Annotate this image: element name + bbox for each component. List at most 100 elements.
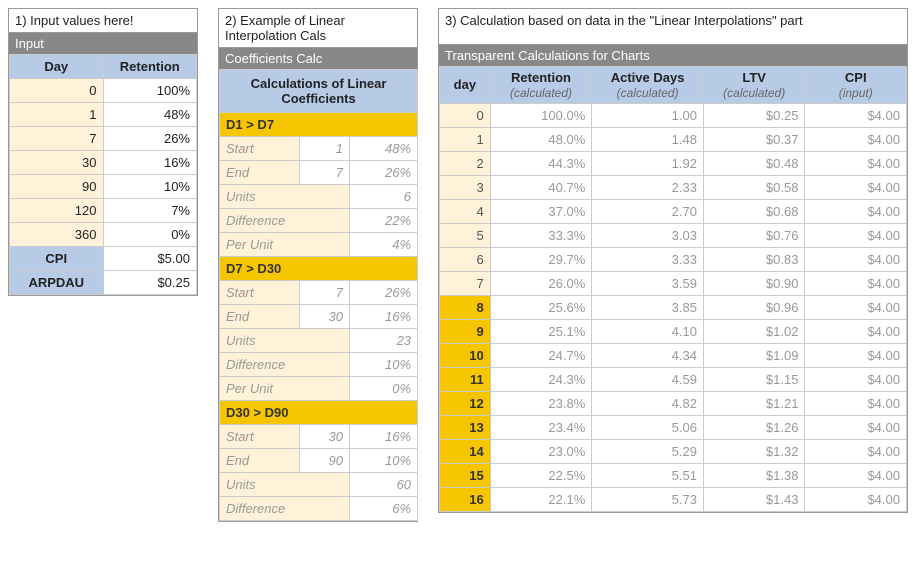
input-day-cell[interactable]: 0 xyxy=(10,79,104,103)
coef-data-row: Start148% xyxy=(220,137,418,161)
input-row: 0100% xyxy=(10,79,197,103)
calc-row: 925.1%4.10$1.02$4.00 xyxy=(440,319,907,343)
calc-cpi-cell: $4.00 xyxy=(805,223,907,247)
input-header-day: Day xyxy=(10,55,104,79)
calc-active-cell: 3.33 xyxy=(592,247,704,271)
calc-retention-cell: 24.7% xyxy=(490,343,592,367)
calc-day-cell: 13 xyxy=(440,415,491,439)
calc-row: 244.3%1.92$0.48$4.00 xyxy=(440,151,907,175)
coef-row-num: 30 xyxy=(300,305,350,329)
input-day-cell[interactable]: 30 xyxy=(10,151,104,175)
coef-row-value: 22% xyxy=(350,209,418,233)
coef-data-row: End9010% xyxy=(220,449,418,473)
arpdau-value[interactable]: $0.25 xyxy=(103,271,197,295)
panel-calc-section: Transparent Calculations for Charts xyxy=(439,45,907,66)
calc-day-cell: 9 xyxy=(440,319,491,343)
input-day-cell[interactable]: 1 xyxy=(10,103,104,127)
cpi-value[interactable]: $5.00 xyxy=(103,247,197,271)
input-retention-cell[interactable]: 16% xyxy=(103,151,197,175)
panel-coefficients: 2) Example of Linear Interpolation Cals … xyxy=(218,8,418,522)
calc-ltv-cell: $1.02 xyxy=(703,319,805,343)
arpdau-label: ARPDAU xyxy=(10,271,104,295)
calc-active-cell: 4.34 xyxy=(592,343,704,367)
calc-day-cell: 5 xyxy=(440,223,491,247)
coef-row-num: 90 xyxy=(300,449,350,473)
coef-range-row: D7 > D30 xyxy=(220,257,418,281)
coef-row-num: 1 xyxy=(300,137,350,161)
calc-day-cell: 11 xyxy=(440,367,491,391)
input-retention-cell[interactable]: 26% xyxy=(103,127,197,151)
calc-active-cell: 5.51 xyxy=(592,463,704,487)
calc-cpi-cell: $4.00 xyxy=(805,343,907,367)
coef-row-label: Start xyxy=(220,137,300,161)
calc-row: 1323.4%5.06$1.26$4.00 xyxy=(440,415,907,439)
calc-ltv-cell: $1.15 xyxy=(703,367,805,391)
coef-range-label: D30 > D90 xyxy=(220,401,418,425)
panel-calculations: 3) Calculation based on data in the "Lin… xyxy=(438,8,908,513)
calc-cpi-cell: $4.00 xyxy=(805,463,907,487)
coef-row-label: Start xyxy=(220,281,300,305)
calc-row: 726.0%3.59$0.90$4.00 xyxy=(440,271,907,295)
calc-active-cell: 1.92 xyxy=(592,151,704,175)
calc-row: 1522.5%5.51$1.38$4.00 xyxy=(440,463,907,487)
calc-header-day: day xyxy=(440,67,491,104)
calc-day-cell: 3 xyxy=(440,175,491,199)
input-row: 148% xyxy=(10,103,197,127)
calc-ltv-cell: $1.21 xyxy=(703,391,805,415)
coef-data-row: End726% xyxy=(220,161,418,185)
input-day-cell[interactable]: 90 xyxy=(10,175,104,199)
calc-retention-cell: 22.1% xyxy=(490,487,592,511)
calc-header-retention: Retention(calculated) xyxy=(490,67,592,104)
input-retention-cell[interactable]: 7% xyxy=(103,199,197,223)
input-day-cell[interactable]: 120 xyxy=(10,199,104,223)
calc-ltv-cell: $0.90 xyxy=(703,271,805,295)
input-header-retention: Retention xyxy=(103,55,197,79)
input-day-cell[interactable]: 360 xyxy=(10,223,104,247)
coef-range-row: D30 > D90 xyxy=(220,401,418,425)
calc-cpi-cell: $4.00 xyxy=(805,175,907,199)
input-retention-cell[interactable]: 48% xyxy=(103,103,197,127)
coef-row-pct: 16% xyxy=(350,305,418,329)
coef-row-value: 10% xyxy=(350,353,418,377)
calc-ltv-cell: $0.25 xyxy=(703,103,805,127)
input-day-cell[interactable]: 7 xyxy=(10,127,104,151)
coefficients-table: Calculations of Linear Coefficients D1 >… xyxy=(219,69,418,521)
calc-ltv-cell: $0.58 xyxy=(703,175,805,199)
calc-cpi-cell: $4.00 xyxy=(805,319,907,343)
calc-active-cell: 3.85 xyxy=(592,295,704,319)
calc-retention-cell: 33.3% xyxy=(490,223,592,247)
input-row: 726% xyxy=(10,127,197,151)
calc-row: 1024.7%4.34$1.09$4.00 xyxy=(440,343,907,367)
calc-row: 0100.0%1.00$0.25$4.00 xyxy=(440,103,907,127)
coef-header: Calculations of Linear Coefficients xyxy=(220,70,418,113)
calc-retention-cell: 100.0% xyxy=(490,103,592,127)
input-row: 9010% xyxy=(10,175,197,199)
calc-row: 1622.1%5.73$1.43$4.00 xyxy=(440,487,907,511)
coef-row-pct: 26% xyxy=(350,281,418,305)
calc-header-active: Active Days(calculated) xyxy=(592,67,704,104)
coef-row-label: Units xyxy=(220,473,350,497)
coef-row-label: End xyxy=(220,305,300,329)
coef-row-label: Start xyxy=(220,425,300,449)
calc-cpi-cell: $4.00 xyxy=(805,247,907,271)
calc-cpi-cell: $4.00 xyxy=(805,271,907,295)
calc-day-cell: 0 xyxy=(440,103,491,127)
input-retention-cell[interactable]: 0% xyxy=(103,223,197,247)
calc-row: 1423.0%5.29$1.32$4.00 xyxy=(440,439,907,463)
coef-row-label: Difference xyxy=(220,209,350,233)
calc-active-cell: 3.03 xyxy=(592,223,704,247)
cpi-label: CPI xyxy=(10,247,104,271)
calc-active-cell: 4.10 xyxy=(592,319,704,343)
input-row: 3600% xyxy=(10,223,197,247)
layout-container: 1) Input values here! Input Day Retentio… xyxy=(8,8,909,522)
input-retention-cell[interactable]: 100% xyxy=(103,79,197,103)
input-retention-cell[interactable]: 10% xyxy=(103,175,197,199)
calc-row: 340.7%2.33$0.58$4.00 xyxy=(440,175,907,199)
calc-row: 1223.8%4.82$1.21$4.00 xyxy=(440,391,907,415)
coef-row-num: 7 xyxy=(300,281,350,305)
calc-day-cell: 12 xyxy=(440,391,491,415)
coef-data-row: Units6 xyxy=(220,185,418,209)
calc-ltv-cell: $0.83 xyxy=(703,247,805,271)
calc-retention-cell: 23.0% xyxy=(490,439,592,463)
calc-retention-cell: 44.3% xyxy=(490,151,592,175)
